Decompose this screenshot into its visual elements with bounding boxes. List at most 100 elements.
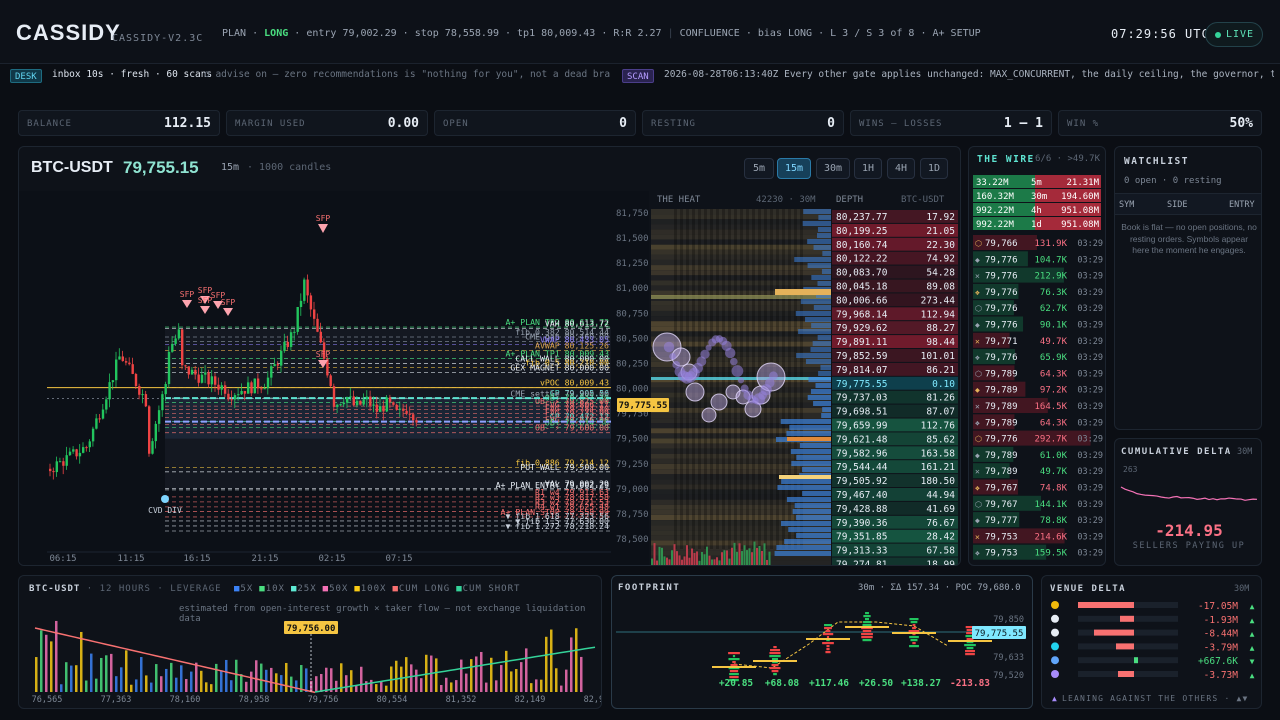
- candle-body: [237, 394, 240, 396]
- candle-body: [58, 461, 62, 463]
- venue-delta-value: -3.73M: [1204, 670, 1239, 681]
- liq-x-tick: 81,352: [446, 695, 477, 705]
- bid-size: 76.67: [926, 518, 955, 529]
- exchange-icon: ❖: [975, 288, 980, 297]
- exchange-icon: ✕: [975, 532, 980, 541]
- depth-bar: [817, 335, 831, 340]
- heat-volume-bar: [668, 559, 671, 565]
- candle-body: [115, 359, 118, 381]
- wire-trade-size: 62.7K: [1040, 304, 1068, 314]
- exchange-icon: ✕: [975, 337, 980, 346]
- candle-body: [200, 374, 204, 383]
- footprint-cell: [825, 651, 831, 654]
- heat-volume-bar: [666, 557, 668, 565]
- footprint-cell: [730, 664, 738, 667]
- candle-body: [174, 338, 177, 344]
- wire-trade-time: 03:29: [1077, 516, 1103, 526]
- venue-delta-value: -3.79M: [1204, 642, 1239, 653]
- candle-body: [118, 356, 121, 360]
- liquidation-chart[interactable]: 79,756.00 76,565 77,363 78,160 78,958 79,756 8…: [19, 576, 602, 709]
- desk-tag[interactable]: DESK: [10, 69, 42, 83]
- candle-body: [164, 384, 167, 395]
- footprint-cell: [825, 630, 831, 633]
- x-tick: 21:15: [251, 554, 278, 564]
- bid-size: 163.58: [921, 448, 956, 459]
- bid-price: 79,467.40: [836, 490, 888, 501]
- liq-bar: [365, 681, 368, 692]
- scan-tag[interactable]: SCAN: [622, 69, 654, 83]
- bid-size: 44.94: [926, 490, 955, 501]
- candlestick-chart[interactable]: THE HEAT 42230 · 30M DEPTH BTC-USDT 80,237.7…: [19, 147, 961, 566]
- candle-body: [392, 402, 395, 405]
- plan-details: · entry 79,002.29 · stop 78,558.99 · tp1…: [294, 28, 662, 39]
- liq-bar: [195, 662, 198, 692]
- depth-bar: [821, 413, 831, 418]
- footprint-chart[interactable]: 79,850 79,633 79,520 79,775.55 +20.85 +68.08 +…: [612, 576, 1033, 709]
- ask-size: 89.08: [926, 282, 955, 293]
- venue-delta-list: -17.05M ▲ -1.93M ▲ -8.44M ▲ -3.79M ▲ +667.6K ▼ -3.…: [1051, 601, 1255, 703]
- wire-trade-time: 03:29: [1077, 500, 1103, 510]
- col-side[interactable]: SIDE: [1167, 200, 1187, 210]
- wire-trade-time: 03:29: [1077, 435, 1103, 445]
- venue-delta-value: -8.44M: [1204, 629, 1239, 640]
- footprint-cell: [728, 658, 740, 661]
- venue-bar-track: [1078, 657, 1178, 664]
- candle-body: [388, 397, 392, 403]
- liq-bar: [315, 676, 318, 692]
- wire-trade-price: 79,776: [985, 304, 1018, 314]
- liq-bar: [460, 659, 463, 692]
- candle-body: [95, 418, 98, 429]
- liq-bar: [355, 685, 358, 692]
- ask-size: 54.28: [926, 268, 955, 279]
- footprint-delta: +26.50: [859, 678, 894, 689]
- utc-clock: 07:29:56 UTC: [1111, 27, 1210, 41]
- live-toggle-button[interactable]: LIVE: [1205, 22, 1263, 47]
- depth-bar: [789, 425, 831, 430]
- candle-body: [55, 461, 58, 473]
- exchange-icon: ❖: [975, 418, 980, 427]
- col-entry[interactable]: ENTRY: [1229, 200, 1255, 210]
- sfp-label: SFP: [198, 296, 213, 305]
- footprint-y-label: 79,850: [993, 615, 1024, 625]
- liq-bar: [570, 637, 573, 692]
- liq-bar: [115, 676, 118, 692]
- ask-price: 80,083.70: [836, 268, 888, 279]
- footprint-poc: [948, 640, 992, 642]
- desk-scroll-text: o advise on — zero recommendations is "n…: [204, 69, 610, 80]
- candle-body: [382, 406, 385, 412]
- depth-bar: [791, 461, 831, 466]
- candle-body: [280, 350, 283, 366]
- trade-tape[interactable]: 33.22M 5m 21.31M 160.32M 30m 194.60M 992.22M 4h…: [969, 167, 1106, 566]
- wire-trade-time: 03:29: [1077, 549, 1103, 559]
- liq-bar: [510, 671, 513, 692]
- candle-body: [131, 364, 134, 374]
- liq-bar: [325, 667, 328, 692]
- venue-bar: [1120, 615, 1134, 622]
- candle-body: [375, 404, 379, 412]
- liq-bar: [575, 628, 578, 692]
- depth-bar: [796, 353, 831, 358]
- heat-volume-bar: [711, 559, 713, 565]
- liq-x-tick: 82,947: [584, 695, 602, 705]
- liq-bar: [435, 658, 438, 692]
- liq-bar: [540, 679, 543, 692]
- liq-bar: [500, 665, 503, 692]
- candle-body: [181, 329, 184, 366]
- liq-bar: [160, 676, 163, 692]
- col-sym[interactable]: SYM: [1119, 200, 1134, 210]
- venue-arrow-icon: ▲: [1250, 643, 1255, 652]
- liq-bar: [255, 660, 258, 692]
- liq-bar: [480, 651, 483, 692]
- stat-balance: BALANCE 112.15: [18, 110, 220, 136]
- depth-bar: [822, 407, 831, 412]
- depth-label: DEPTH: [836, 195, 863, 205]
- depth-bar: [817, 227, 831, 232]
- y-tick: 79,250: [616, 460, 649, 470]
- liq-bar: [60, 684, 63, 692]
- current-price-label: 79,775.55: [619, 401, 668, 411]
- candle-body: [395, 404, 398, 410]
- x-tick: 16:15: [183, 554, 210, 564]
- venue-icon: [1051, 601, 1059, 609]
- candle-body: [379, 406, 382, 412]
- exchange-icon: ✕: [975, 272, 980, 281]
